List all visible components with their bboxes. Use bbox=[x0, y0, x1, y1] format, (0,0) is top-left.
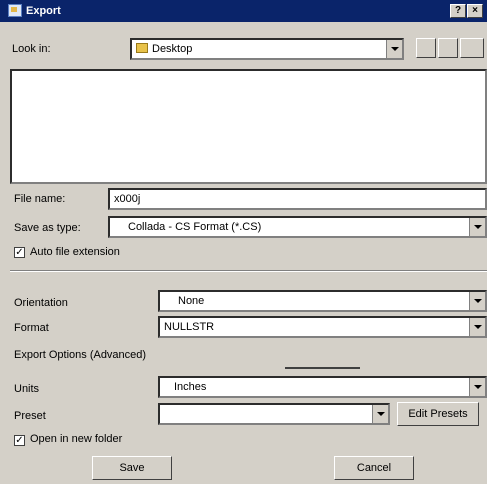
look-in-combo[interactable]: Desktop bbox=[130, 38, 404, 60]
window-title: Export bbox=[26, 5, 61, 17]
units-label: Units bbox=[14, 383, 40, 395]
new-folder-icon[interactable] bbox=[438, 38, 458, 58]
app-icon bbox=[8, 4, 22, 17]
chevron-down-icon[interactable] bbox=[469, 292, 485, 310]
chevron-down-icon[interactable] bbox=[469, 378, 485, 396]
save-type-combo[interactable]: Collada - CS Format (*.CS) bbox=[108, 216, 487, 238]
section-divider bbox=[285, 367, 360, 369]
cancel-button[interactable]: Cancel bbox=[334, 456, 414, 480]
units-combo[interactable]: Inches bbox=[158, 376, 487, 398]
divider bbox=[10, 270, 487, 272]
look-in-value: Desktop bbox=[152, 43, 193, 55]
title-bar bbox=[0, 0, 487, 22]
section-label: Export Options (Advanced) bbox=[14, 349, 147, 361]
chevron-down-icon[interactable] bbox=[469, 318, 485, 336]
up-folder-icon[interactable] bbox=[416, 38, 436, 58]
file-name-value: x000j bbox=[114, 193, 141, 205]
view-menu-icon[interactable] bbox=[460, 38, 484, 58]
help-button[interactable]: ? bbox=[450, 4, 466, 18]
save-type-label: Save as type: bbox=[14, 222, 81, 234]
save-type-value: Collada - CS Format (*.CS) bbox=[128, 221, 262, 233]
chevron-down-icon[interactable] bbox=[469, 218, 485, 236]
format-combo[interactable]: NULLSTR bbox=[158, 316, 487, 338]
open-after-checkbox[interactable]: ✓ bbox=[14, 435, 25, 446]
orientation-value: None bbox=[178, 295, 205, 307]
format-label: Format bbox=[14, 322, 49, 334]
file-list[interactable] bbox=[10, 69, 487, 184]
preset-combo[interactable] bbox=[158, 403, 390, 425]
edit-presets-button[interactable]: Edit Presets bbox=[397, 402, 479, 426]
file-name-label: File name: bbox=[14, 193, 66, 205]
orientation-label: Orientation bbox=[14, 297, 68, 309]
look-in-label: Look in: bbox=[12, 43, 51, 55]
auto-extension-label: Auto file extension bbox=[30, 246, 120, 258]
folder-icon bbox=[136, 43, 148, 53]
units-value: Inches bbox=[174, 381, 207, 393]
chevron-down-icon[interactable] bbox=[386, 40, 402, 58]
chevron-down-icon[interactable] bbox=[372, 405, 388, 423]
orientation-combo[interactable]: None bbox=[158, 290, 487, 312]
open-after-label: Open in new folder bbox=[30, 433, 123, 445]
auto-extension-checkbox[interactable]: ✓ bbox=[14, 247, 25, 258]
format-value: NULLSTR bbox=[164, 321, 215, 333]
preset-label: Preset bbox=[14, 410, 46, 422]
close-button[interactable]: × bbox=[467, 4, 483, 18]
save-button[interactable]: Save bbox=[92, 456, 172, 480]
file-name-input[interactable]: x000j bbox=[108, 188, 487, 210]
